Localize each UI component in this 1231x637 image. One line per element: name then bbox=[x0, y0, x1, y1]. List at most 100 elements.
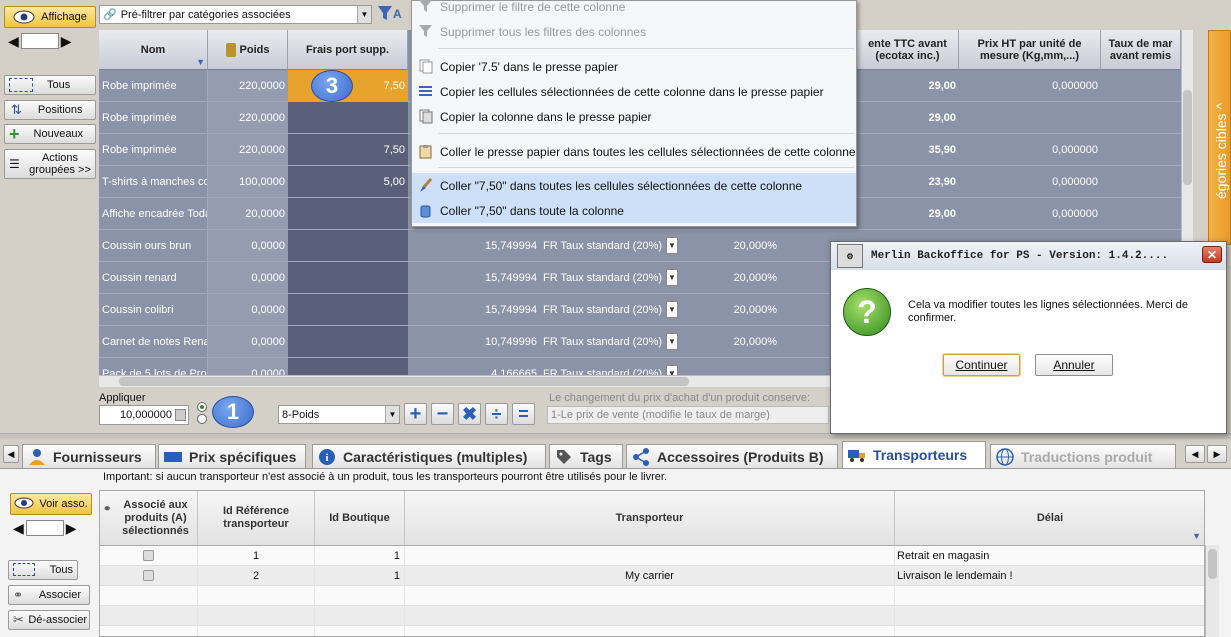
tab-fournisseurs[interactable]: Fournisseurs bbox=[22, 444, 156, 468]
cell-transporteur[interactable] bbox=[405, 606, 895, 625]
cell-transporteur[interactable] bbox=[405, 626, 895, 636]
cell-boutique[interactable]: 1 bbox=[315, 566, 405, 585]
cell-prix[interactable]: 15,749994 bbox=[408, 230, 540, 261]
cell-frais[interactable] bbox=[288, 198, 408, 229]
table-row[interactable] bbox=[100, 586, 1204, 606]
table-row[interactable]: 1 1 Retrait en magasin bbox=[100, 546, 1204, 566]
dialog-titlebar[interactable]: ⚙ Merlin Backoffice for PS - Version: 1.… bbox=[831, 242, 1226, 270]
bottom-tous-button[interactable]: Tous bbox=[8, 560, 78, 580]
cell-prix[interactable]: 15,749994 bbox=[408, 294, 540, 325]
hscroll-thumb[interactable] bbox=[119, 377, 689, 386]
cell-ttc[interactable]: 29,00 bbox=[857, 198, 959, 229]
cell-boutique[interactable] bbox=[315, 626, 405, 636]
subtract-op-button[interactable]: − bbox=[431, 403, 454, 425]
cell-nom[interactable]: Coussin colibri bbox=[99, 294, 208, 325]
cell-poids[interactable]: 100,0000 bbox=[208, 166, 288, 197]
cell-nom[interactable]: Coussin renard bbox=[99, 262, 208, 293]
col-associe[interactable]: ⚭ Associé aux produits (A) sélectionnés bbox=[100, 491, 198, 546]
bottom-vscroll[interactable] bbox=[1205, 545, 1219, 637]
filter-apply-button[interactable]: A bbox=[377, 4, 409, 24]
cell-frais[interactable]: 7,50 bbox=[288, 134, 408, 165]
table-row[interactable] bbox=[100, 606, 1204, 626]
tab-transporteurs[interactable]: Transporteurs bbox=[842, 441, 986, 468]
confirm-dialog[interactable]: ⚙ Merlin Backoffice for PS - Version: 1.… bbox=[830, 241, 1227, 434]
nouveaux-button[interactable]: + Nouveaux bbox=[4, 124, 96, 144]
cell-poids[interactable]: 220,0000 bbox=[208, 70, 288, 101]
cell-check[interactable] bbox=[100, 586, 198, 605]
menu-paste-column[interactable]: Coller "7,50" dans toute la colonne bbox=[412, 198, 856, 223]
cell-delai[interactable] bbox=[895, 626, 1204, 636]
price-change-select[interactable]: 1-Le prix de vente (modifie le taux de m… bbox=[547, 406, 829, 424]
close-icon[interactable]: ✕ bbox=[1202, 246, 1222, 263]
cell-ref[interactable] bbox=[198, 626, 315, 636]
positions-button[interactable]: ⇅ Positions bbox=[4, 100, 96, 120]
cell-ref[interactable]: 2 bbox=[198, 566, 315, 585]
scroll-thumb[interactable] bbox=[1208, 549, 1217, 579]
menu-copy-column[interactable]: Copier la colonne dans le presse papier bbox=[412, 104, 856, 129]
cell-boutique[interactable] bbox=[315, 606, 405, 625]
chevron-down-icon[interactable]: ▼ bbox=[666, 365, 678, 375]
context-menu[interactable]: Supprimer le filtre de cette colonne Sup… bbox=[411, 0, 857, 227]
radio-option-1[interactable] bbox=[197, 402, 207, 412]
col-poids[interactable]: Poids bbox=[208, 30, 288, 70]
tous-button[interactable]: Tous bbox=[4, 75, 96, 95]
cell-frais[interactable] bbox=[288, 358, 408, 375]
arrow-left-icon[interactable]: ◀ bbox=[13, 520, 24, 537]
cell-frais[interactable] bbox=[288, 294, 408, 325]
carriers-grid[interactable]: ⚭ Associé aux produits (A) sélectionnés … bbox=[99, 490, 1205, 637]
cell-delai[interactable] bbox=[895, 586, 1204, 605]
cell-unite[interactable]: 0,000000 bbox=[959, 134, 1101, 165]
table-row[interactable] bbox=[100, 626, 1204, 636]
field-select[interactable]: 8-Poids ▼ bbox=[278, 405, 400, 424]
cell-nom[interactable]: T-shirts à manches co bbox=[99, 166, 208, 197]
associer-button[interactable]: ⚭ Associer bbox=[8, 585, 90, 605]
cell-nom[interactable]: Carnet de notes Rena bbox=[99, 326, 208, 357]
cell-poids[interactable]: 0,0000 bbox=[208, 230, 288, 261]
cell-frais[interactable] bbox=[288, 326, 408, 357]
col-prix-unite[interactable]: Prix HT par unité de mesure (Kg,mm,...) bbox=[959, 30, 1101, 70]
tab-scroll-far-left[interactable]: ◀ bbox=[3, 445, 19, 463]
carriers-body[interactable]: 1 1 Retrait en magasin 2 1 My carrier Livraiso… bbox=[100, 546, 1204, 636]
cell-prix[interactable]: 4,166665 bbox=[408, 358, 540, 376]
cell-nom[interactable]: Coussin ours brun bbox=[99, 230, 208, 261]
col-id-boutique[interactable]: Id Boutique bbox=[315, 491, 405, 546]
cell-ttc[interactable]: 29,00 bbox=[857, 102, 959, 133]
cell-delai[interactable] bbox=[895, 606, 1204, 625]
cell-nom[interactable]: Robe imprimée bbox=[99, 102, 208, 133]
cell-delai[interactable]: Retrait en magasin bbox=[895, 546, 1204, 565]
cell-ttc[interactable]: 35,90 bbox=[857, 134, 959, 165]
cell-prix[interactable]: 15,749994 bbox=[408, 262, 540, 293]
cell-unite[interactable]: 0,000000 bbox=[959, 70, 1101, 101]
filter-icon[interactable]: ▼ bbox=[1192, 530, 1201, 543]
chevron-down-icon[interactable]: ▼ bbox=[666, 333, 678, 350]
tab-tags[interactable]: Tags bbox=[549, 444, 623, 468]
voir-asso-button[interactable]: Voir asso. bbox=[10, 493, 92, 515]
cell-poids[interactable]: 220,0000 bbox=[208, 134, 288, 165]
cell-taux[interactable]: 20,000% bbox=[680, 326, 780, 357]
col-id-ref[interactable]: Id Référence transporteur bbox=[198, 491, 315, 546]
cell-unite[interactable] bbox=[959, 102, 1101, 133]
arrow-left-icon[interactable]: ◀ bbox=[8, 33, 19, 50]
tab-prix-specifiques[interactable]: Prix spécifiques bbox=[158, 444, 306, 468]
cell-poids[interactable]: 0,0000 bbox=[208, 358, 288, 375]
cell-delai[interactable]: Livraison le lendemain ! bbox=[895, 566, 1204, 585]
add-op-button[interactable]: + bbox=[404, 403, 427, 425]
cell-boutique[interactable] bbox=[315, 586, 405, 605]
nav-field[interactable] bbox=[25, 520, 64, 536]
tab-caracteristiques[interactable]: i Caractéristiques (multiples) bbox=[312, 444, 546, 468]
cell-taxe[interactable]: FR Taux standard (20%) ▼ bbox=[540, 294, 680, 325]
cell-unite[interactable]: 0,000000 bbox=[959, 198, 1101, 229]
menu-remove-filter[interactable]: Supprimer le filtre de cette colonne bbox=[412, 0, 856, 19]
cell-taux[interactable]: 20,000% bbox=[680, 262, 780, 293]
cell-transporteur[interactable] bbox=[405, 586, 895, 605]
cell-boutique[interactable]: 1 bbox=[315, 546, 405, 565]
cell-taux[interactable]: 20,000% bbox=[680, 230, 780, 261]
cell-ref[interactable] bbox=[198, 586, 315, 605]
divide-op-button[interactable]: ÷ bbox=[485, 403, 508, 425]
tab-traductions[interactable]: Traductions produit bbox=[990, 444, 1176, 468]
cell-check[interactable] bbox=[100, 546, 198, 565]
chevron-down-icon[interactable]: ▼ bbox=[666, 237, 678, 254]
equals-op-button[interactable]: = bbox=[512, 403, 535, 425]
cell-poids[interactable]: 220,0000 bbox=[208, 102, 288, 133]
cell-transporteur[interactable]: My carrier bbox=[405, 566, 895, 585]
